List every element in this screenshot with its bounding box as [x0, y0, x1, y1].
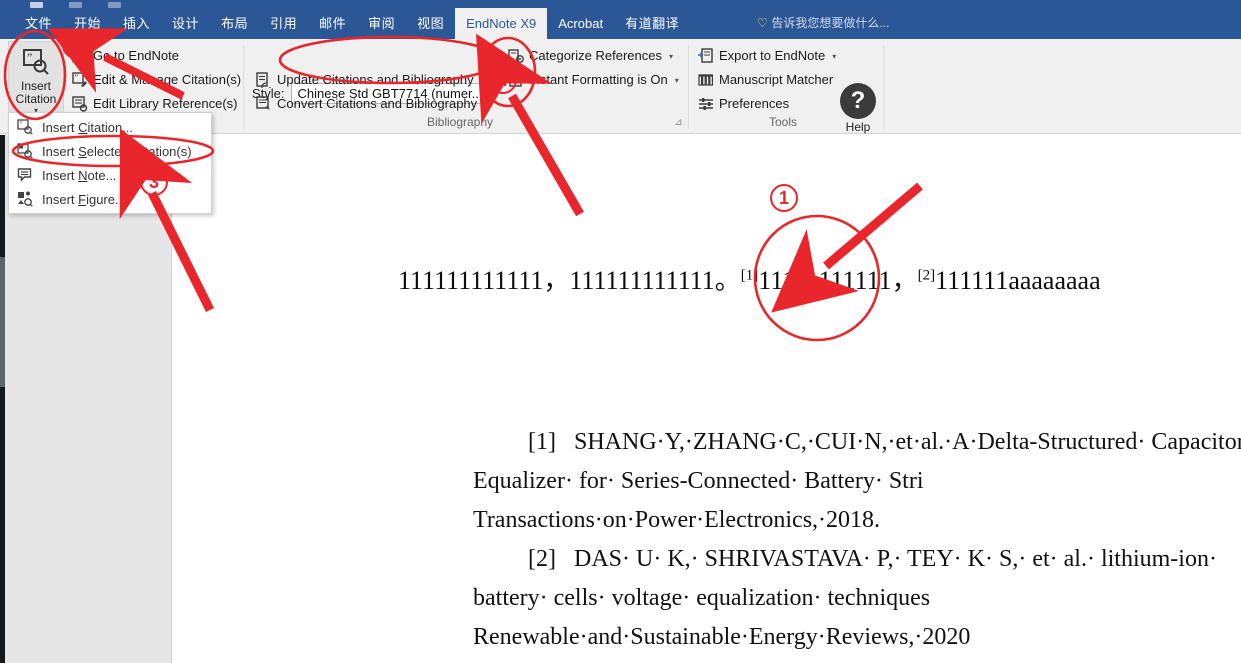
- navigation-pane[interactable]: [5, 135, 172, 663]
- categorize-references-label: Categorize References: [529, 48, 662, 63]
- insert-selected-citation-icon: [17, 143, 33, 159]
- insert-citation-icon: ”: [21, 47, 51, 77]
- insert-note-icon: [17, 167, 33, 183]
- annotation-badge-2: 2: [62, 31, 90, 59]
- categorize-references-icon: [508, 48, 524, 64]
- tools-group-label: Tools: [768, 115, 797, 129]
- help-icon: ?: [840, 83, 876, 119]
- chevron-down-icon[interactable]: ▾: [669, 52, 673, 61]
- tab-references[interactable]: 引用: [259, 8, 308, 39]
- edit-manage-citation-label: Edit & Manage Citation(s): [93, 72, 242, 87]
- bibliography-entry-2-number: [2]: [528, 546, 556, 572]
- menu-item-insert-figure-label: Insert Figure...: [42, 191, 126, 207]
- manuscript-matcher-icon: [698, 72, 714, 88]
- menu-item-insert-note-label: Insert Note...: [42, 167, 117, 183]
- tab-review[interactable]: 审阅: [357, 8, 406, 39]
- edit-library-reference-icon: [72, 96, 88, 112]
- annotation-badge-1: 1: [770, 184, 798, 212]
- manuscript-matcher-command[interactable]: Manuscript Matcher: [698, 69, 833, 91]
- group-separator-3: [883, 45, 884, 129]
- body-text-part1: 111111111111，111111111111。: [398, 266, 741, 295]
- instant-formatting-command[interactable]: Instant Formatting is On ▾: [508, 69, 679, 91]
- chevron-down-icon[interactable]: ▾: [832, 52, 836, 61]
- tell-me-label: 告诉我您想要做什么...: [771, 16, 890, 30]
- preferences-command[interactable]: Preferences: [698, 93, 789, 115]
- tab-acrobat[interactable]: Acrobat: [547, 8, 614, 39]
- insert-citation-icon: ”: [17, 119, 33, 135]
- instant-formatting-label: Instant Formatting is On: [529, 72, 668, 87]
- edit-manage-citation-icon: ”: [72, 72, 88, 88]
- insert-figure-icon: [17, 191, 33, 207]
- quick-access-toolbar: [0, 0, 1241, 8]
- body-text-part3: 111111aaaaaaaa: [935, 266, 1101, 295]
- export-to-endnote-icon: [698, 48, 714, 64]
- tab-mailings[interactable]: 邮件: [308, 8, 357, 39]
- svg-text:”: ”: [27, 50, 32, 64]
- ribbon-tabs: 文件 开始 插入 设计 布局 引用 邮件 审阅 视图 EndNote X9 Ac…: [14, 8, 690, 39]
- document-area: 111111111111，111111111111。[1]11111111111…: [0, 135, 1241, 663]
- ribbon-tab-bar: 文件 开始 插入 设计 布局 引用 邮件 审阅 视图 EndNote X9 Ac…: [0, 8, 1241, 39]
- document-body-paragraph: 111111111111，111111111111。[1]11111111111…: [398, 260, 1241, 297]
- bibliography-entry-1[interactable]: [1] SHANG·Y,·ZHANG·C,·CUI·N,·et·al.·A·De…: [473, 423, 1241, 540]
- go-to-endnote-label: Go to EndNote: [93, 48, 179, 63]
- export-to-endnote-label: Export to EndNote: [719, 48, 826, 63]
- tab-endnote-x9[interactable]: EndNote X9: [455, 8, 548, 39]
- update-citations-icon: [256, 72, 272, 88]
- manuscript-matcher-label: Manuscript Matcher: [719, 72, 834, 87]
- chevron-down-icon[interactable]: ▾: [675, 76, 679, 85]
- tab-insert[interactable]: 插入: [112, 8, 161, 39]
- word-endnote-window: 文件 开始 插入 设计 布局 引用 邮件 审阅 视图 EndNote X9 Ac…: [0, 0, 1241, 663]
- menu-item-insert-selected-citations-label: Insert Selected Citation(s): [42, 143, 192, 159]
- edit-manage-citation-command[interactable]: ” Edit & Manage Citation(s): [72, 69, 241, 91]
- menu-item-insert-citation[interactable]: ” Insert Citation...: [9, 115, 211, 139]
- update-citations-command[interactable]: Update Citations and Bibliography: [256, 69, 474, 91]
- bibliography-entry-1-text: SHANG·Y,·ZHANG·C,·CUI·N,·et·al.·A·Delta-…: [473, 429, 1241, 533]
- tab-layout[interactable]: 布局: [210, 8, 259, 39]
- bibliography-entry-1-number: [1]: [528, 429, 556, 455]
- annotation-badge-4: 4: [489, 66, 517, 94]
- tab-youdao-translate[interactable]: 有道翻译: [614, 8, 690, 39]
- svg-text:”: ”: [75, 73, 79, 82]
- group-separator-1: [243, 45, 244, 129]
- convert-citations-command[interactable]: Convert Citations and Bibliography ▾: [256, 93, 488, 115]
- convert-citations-label: Convert Citations and Bibliography: [277, 96, 478, 111]
- menu-item-insert-selected-citations[interactable]: Insert Selected Citation(s): [9, 139, 211, 163]
- bibliography-entry-2-text: DAS· U· K,· SHRIVASTAVA· P,· TEY· K· S,·…: [473, 546, 1217, 650]
- tab-design[interactable]: 设计: [161, 8, 210, 39]
- menu-item-insert-citation-label: Insert Citation...: [42, 119, 134, 135]
- update-citations-label: Update Citations and Bibliography: [277, 72, 474, 87]
- quick-access-icons: [30, 0, 121, 8]
- lightbulb-icon: ♡: [757, 16, 768, 30]
- tell-me-box[interactable]: ♡ 告诉我您想要做什么...: [757, 8, 889, 39]
- chevron-down-icon[interactable]: ▾: [484, 100, 488, 109]
- body-citation-2[interactable]: [2]: [918, 267, 936, 283]
- bibliography-block: [1] SHANG·Y,·ZHANG·C,·CUI·N,·et·al.·A·De…: [473, 423, 1241, 657]
- document-page[interactable]: 111111111111，111111111111。[1]11111111111…: [173, 135, 1241, 663]
- insert-citation-dropdown-menu[interactable]: ” Insert Citation... Insert Selected Cit…: [8, 112, 212, 214]
- body-citation-1[interactable]: [1]: [741, 267, 759, 283]
- convert-citations-icon: [256, 96, 272, 112]
- bibliography-dialog-launcher[interactable]: ⊿: [673, 117, 684, 128]
- categorize-references-command[interactable]: Categorize References ▾: [508, 45, 673, 67]
- tab-view[interactable]: 视图: [406, 8, 455, 39]
- preferences-icon: [698, 96, 714, 112]
- preferences-label: Preferences: [719, 96, 790, 111]
- group-separator-2: [688, 45, 689, 129]
- tab-file[interactable]: 文件: [14, 8, 63, 39]
- annotation-badge-3: 3: [140, 168, 168, 196]
- svg-text:”: ”: [20, 121, 23, 129]
- menu-item-insert-note[interactable]: Insert Note...: [9, 163, 211, 187]
- menu-item-insert-figure[interactable]: Insert Figure...: [9, 187, 211, 211]
- insert-citation-label-line2: Citation: [15, 92, 57, 106]
- export-to-endnote-command[interactable]: Export to EndNote ▾: [698, 45, 836, 67]
- bibliography-entry-2[interactable]: [2] DAS· U· K,· SHRIVASTAVA· P,· TEY· K·…: [473, 540, 1241, 657]
- bibliography-group-label: Bibliography: [426, 115, 494, 129]
- body-text-part2: 11111111111，: [758, 266, 918, 295]
